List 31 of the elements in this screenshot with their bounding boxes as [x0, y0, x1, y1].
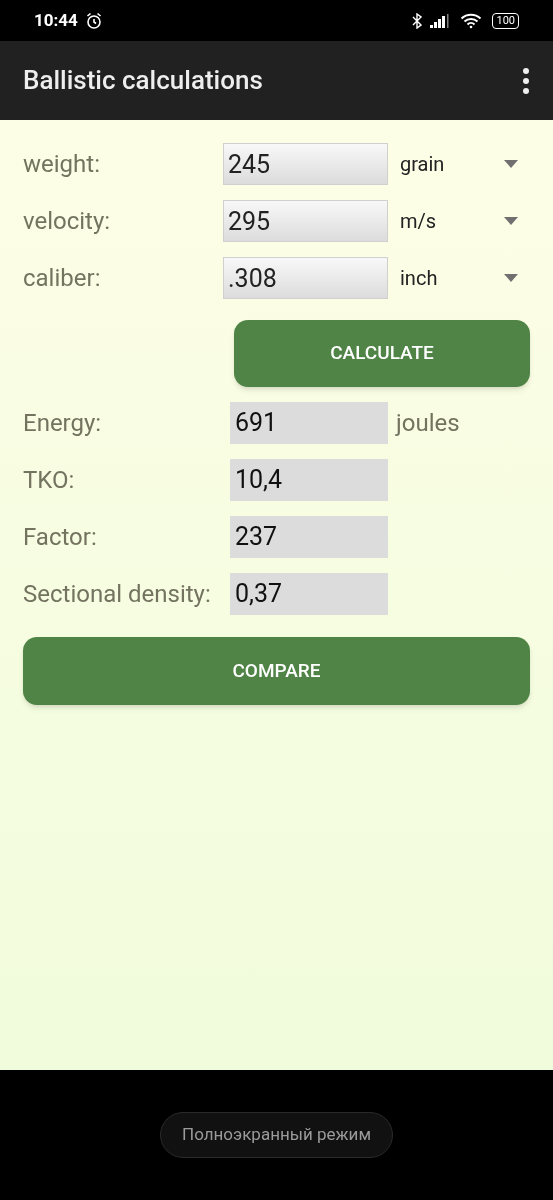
compare-button[interactable]: COMPARE [23, 637, 530, 705]
signal-icon [430, 13, 451, 28]
result-label: TKO: [23, 465, 76, 496]
wifi-icon [460, 12, 483, 29]
input-field[interactable]: .308 [223, 257, 388, 299]
result-label: Sectional density: [23, 579, 212, 610]
result-field: 691 [230, 402, 388, 444]
result-label: Factor: [23, 522, 98, 553]
calculate-button[interactable]: CALCULATE [234, 320, 530, 387]
field-label: velocity: [23, 206, 112, 237]
battery-indicator: 100 [492, 12, 519, 29]
caret-icon [504, 274, 518, 282]
result-field: 0,37 [230, 573, 388, 615]
result-field: 237 [230, 516, 388, 558]
input-field[interactable]: 245 [223, 143, 388, 185]
caret-icon [504, 217, 518, 225]
unit-dropdown[interactable]: m/s [400, 206, 518, 236]
caret-icon [504, 160, 518, 168]
bluetooth-icon [412, 12, 423, 29]
unit-label: joules [396, 408, 460, 439]
alarm-icon [84, 11, 103, 30]
result-label: Energy: [23, 408, 103, 439]
clock-time: 10:44 [34, 8, 78, 32]
input-field[interactable]: 295 [223, 200, 388, 242]
field-label: weight: [23, 149, 101, 180]
unit-dropdown[interactable]: grain [400, 149, 518, 179]
unit-dropdown[interactable]: inch [400, 263, 518, 293]
app-title: Ballistic calculations [23, 64, 264, 97]
result-field: 10,4 [230, 459, 388, 501]
field-label: caliber: [23, 263, 102, 294]
fullscreen-toast: Полноэкранный режим [160, 1112, 393, 1158]
